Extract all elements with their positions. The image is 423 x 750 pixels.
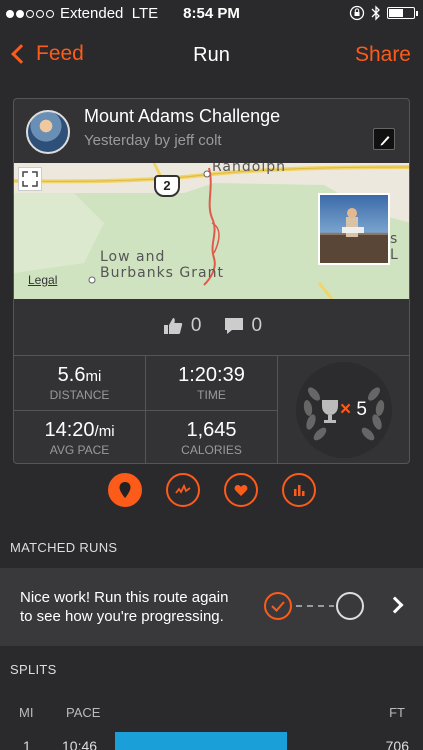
- expand-icon: [22, 171, 38, 187]
- column-mi: MI: [19, 705, 34, 720]
- comments-count: 0: [251, 315, 263, 336]
- pace-icon: [174, 483, 191, 494]
- column-ft: FT: [389, 705, 405, 720]
- time-label: TIME: [197, 388, 226, 402]
- matched-runs-header: MATCHED RUNS: [10, 540, 118, 555]
- calories-label: CALORIES: [181, 443, 242, 457]
- progress-checkmark-icon: [264, 592, 364, 620]
- distance-value: 5.6: [57, 364, 86, 386]
- kudos-button[interactable]: 0: [163, 313, 202, 339]
- stat-calories: 1,645 CALORIES: [146, 411, 278, 463]
- route-shield-badge: 2: [154, 175, 180, 197]
- edit-button[interactable]: [373, 128, 395, 150]
- avg-pace-unit: /mi: [94, 423, 115, 440]
- map-pin-icon: [119, 482, 130, 498]
- activity-subtitle: Yesterday by jeff colt: [84, 132, 222, 149]
- activity-photo[interactable]: [318, 193, 390, 265]
- split-pace-bar: [115, 732, 287, 750]
- trophy-multiplier: ×: [340, 399, 352, 420]
- activity-header: Mount Adams Challenge Yesterday by jeff …: [14, 99, 409, 163]
- battery-icon: [387, 7, 418, 19]
- time-value: 1:20:39: [178, 364, 245, 386]
- status-icons: [349, 5, 418, 21]
- share-button[interactable]: Share: [355, 43, 411, 67]
- activity-card: Mount Adams Challenge Yesterday by jeff …: [13, 98, 410, 464]
- comment-icon: [224, 318, 243, 334]
- chevron-right-icon: [386, 596, 404, 614]
- splits-header: SPLITS: [10, 662, 57, 677]
- navigation-bar: Feed Run Share: [0, 28, 423, 86]
- table-row: 1 10:46 706: [0, 730, 423, 750]
- route-map[interactable]: 2 Randolph Low and Burbanks Grant s L Le…: [14, 163, 409, 299]
- avg-pace-value: 14:20: [44, 419, 95, 441]
- tab-splits[interactable]: [281, 473, 316, 507]
- expand-map-button[interactable]: [18, 167, 42, 191]
- map-label-s-l: s L: [390, 231, 399, 263]
- matched-runs-row[interactable]: Nice work! Run this route again to see h…: [0, 568, 423, 646]
- matched-message-line2: to see how you're progressing.: [20, 608, 224, 625]
- thumbs-up-icon: [163, 318, 183, 334]
- status-bar: Extended LTE 8:54 PM: [0, 0, 423, 28]
- map-legal-link[interactable]: Legal: [28, 273, 57, 287]
- activity-tabs: [0, 473, 423, 509]
- stat-avg-pace: 14:20/mi AVG PACE: [14, 411, 146, 463]
- activity-title: Mount Adams Challenge: [84, 106, 281, 126]
- trophy-count-value: 5: [356, 399, 367, 420]
- comments-button[interactable]: 0: [224, 313, 263, 339]
- bluetooth-icon: [371, 5, 380, 21]
- achievements-button[interactable]: × 5: [278, 356, 409, 463]
- rotation-lock-icon: [349, 5, 365, 21]
- map-label-low-and: Low and: [100, 249, 166, 265]
- distance-unit: mi: [85, 368, 102, 385]
- tab-heart-rate[interactable]: [223, 473, 258, 507]
- split-ft: 706: [385, 738, 409, 750]
- pencil-icon: [380, 136, 390, 146]
- heart-icon: [234, 484, 247, 496]
- stat-distance: 5.6mi DISTANCE: [14, 356, 146, 411]
- trophy-count: × 5: [340, 399, 367, 421]
- matched-runs-message: Nice work! Run this route again to see h…: [20, 588, 228, 626]
- bar-chart-icon: [293, 485, 304, 496]
- social-bar: 0 0: [14, 313, 409, 339]
- kudos-count: 0: [190, 315, 202, 336]
- stat-time: 1:20:39 TIME: [146, 356, 278, 411]
- map-label-burbanks: Burbanks Grant: [100, 265, 224, 281]
- splits-column-headers: MI PACE FT: [0, 696, 423, 726]
- avatar[interactable]: [26, 110, 70, 154]
- map-label-randolph: Randolph: [212, 163, 286, 175]
- split-pace: 10:46: [62, 738, 98, 750]
- stats-grid: 5.6mi DISTANCE 1:20:39 TIME 14:20/mi AVG…: [14, 355, 409, 463]
- tab-pace[interactable]: [165, 473, 200, 507]
- tab-map[interactable]: [107, 473, 142, 507]
- matched-message-line1: Nice work! Run this route again: [20, 589, 229, 606]
- column-pace: PACE: [66, 705, 101, 720]
- photo-content: [320, 208, 388, 263]
- split-mi: 1: [23, 738, 31, 750]
- calories-value: 1,645: [186, 419, 237, 441]
- distance-label: DISTANCE: [49, 388, 110, 402]
- avg-pace-label: AVG PACE: [49, 443, 110, 457]
